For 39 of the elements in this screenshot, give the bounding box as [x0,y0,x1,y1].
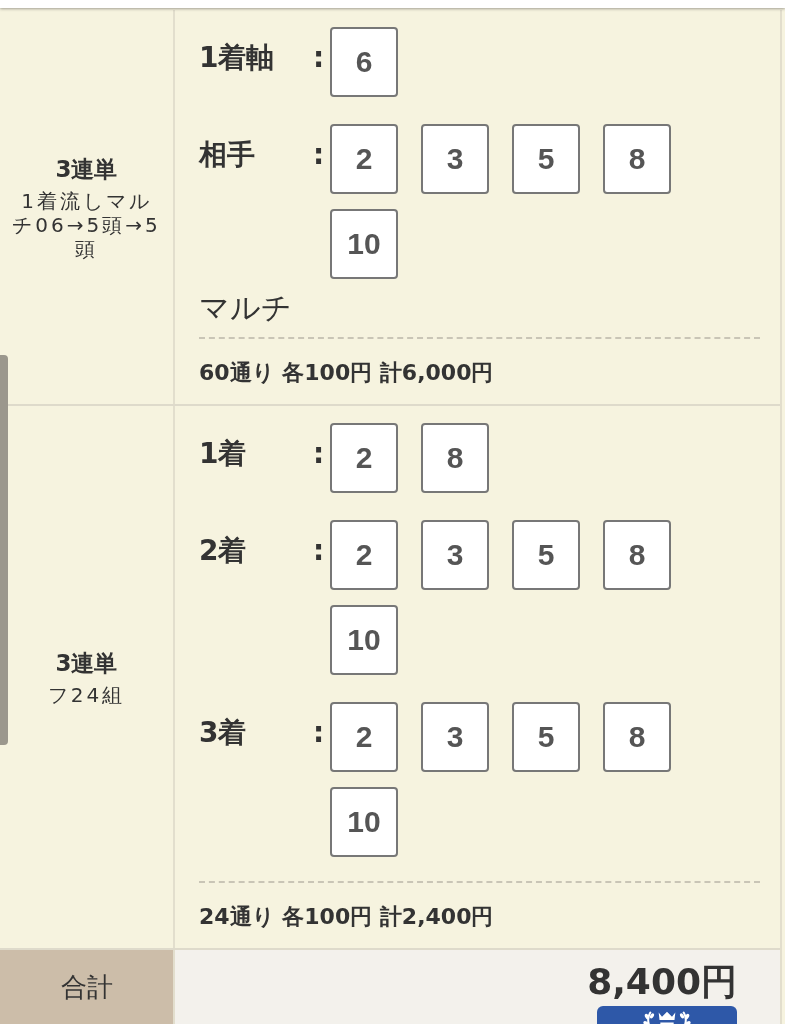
horse-number: 8 [421,423,489,493]
horse-number: 5 [512,124,580,194]
bet-detail: 1着流しマルチ06→5頭→5頭 [11,189,162,261]
colon: : [311,715,326,751]
position-label: 1着軸 [199,40,276,76]
total-amount: 8,400円 [587,962,737,1002]
horse-number: 6 [330,27,398,97]
position-label: 1着 [199,436,248,472]
bet-summary: 24通り 各100円 計2,400円 [199,904,494,929]
horse-number: 10 [330,605,398,675]
horse-number: 5 [512,520,580,590]
bet-type: 3連単 [55,649,118,678]
horse-number: 10 [330,209,398,279]
horse-number: 10 [330,787,398,857]
horse-number: 3 [421,124,489,194]
horse-number: 3 [421,702,489,772]
bet-detail: フ24組 [47,683,126,707]
total-label: 合計 [0,950,175,1024]
horse-number: 3 [421,520,489,590]
horse-number: 2 [330,520,398,590]
horse-number: 8 [603,702,671,772]
bet-note: マルチ [199,291,293,325]
horse-number: 8 [603,124,671,194]
colon: : [311,137,326,173]
horse-number: 2 [330,423,398,493]
scrollbar-thumb[interactable] [0,355,8,745]
bet-summary: 60通り 各100円 計6,000円 [199,360,494,385]
position-label: 3着 [199,715,248,751]
horse-number: 5 [512,702,580,772]
award-button[interactable] [597,1006,737,1024]
colon: : [311,533,326,569]
position-label: 2着 [199,533,248,569]
horse-number: 8 [603,520,671,590]
position-label: 相手 [199,137,256,173]
colon: : [311,40,326,76]
bet-type: 3連単 [55,155,118,184]
horse-number: 2 [330,124,398,194]
horse-number: 2 [330,702,398,772]
colon: : [311,436,326,472]
